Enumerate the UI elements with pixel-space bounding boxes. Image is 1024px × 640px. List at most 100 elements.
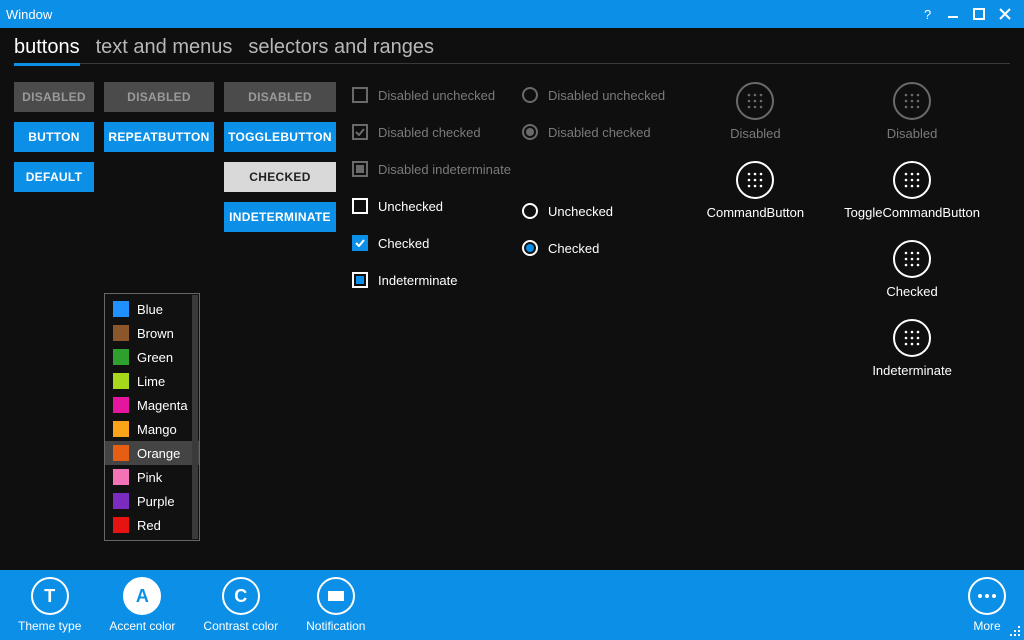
color-swatch-icon	[113, 397, 129, 413]
radio-icon	[522, 87, 538, 103]
tab-text-and-menus[interactable]: text and menus	[96, 36, 233, 59]
color-swatch-icon	[113, 445, 129, 461]
togglebutton[interactable]: TOGGLEBUTTON	[224, 122, 336, 152]
checkbox-icon	[352, 87, 368, 103]
checkbox-column: Disabled unchecked Disabled checked Disa…	[352, 82, 512, 288]
help-button[interactable]: ?	[914, 0, 940, 28]
window-title: Window	[6, 7, 52, 22]
tab-selectors-and-ranges[interactable]: selectors and ranges	[248, 36, 434, 59]
color-option-label: Blue	[137, 302, 163, 317]
radio-checked[interactable]: Checked	[522, 240, 682, 256]
color-option-brown[interactable]: Brown	[105, 321, 199, 345]
color-swatch-icon	[113, 349, 129, 365]
button-disabled: DISABLED	[14, 82, 94, 112]
checkbox-indeterminate[interactable]: Indeterminate	[352, 272, 512, 288]
appbar-more[interactable]: More	[968, 577, 1006, 633]
appbar-label: Contrast color	[203, 619, 278, 633]
togglecommandbutton[interactable]: ToggleCommandButton	[844, 161, 980, 220]
command-icon	[736, 161, 774, 199]
color-option-label: Brown	[137, 326, 174, 341]
svg-text:?: ?	[924, 8, 931, 20]
radio-label: Disabled unchecked	[548, 88, 665, 103]
more-icon	[968, 577, 1006, 615]
color-option-label: Magenta	[137, 398, 188, 413]
resize-grip-icon[interactable]	[1010, 626, 1022, 638]
checkbox-checked[interactable]: Checked	[352, 235, 512, 251]
checkbox-unchecked[interactable]: Unchecked	[352, 198, 512, 214]
checkbox-icon	[352, 235, 368, 251]
togglebutton-indeterminate[interactable]: INDETERMINATE	[224, 202, 336, 232]
togglebutton-checked[interactable]: CHECKED	[224, 162, 336, 192]
titlebar: Window ?	[0, 0, 1024, 28]
color-option-label: Purple	[137, 494, 175, 509]
checkbox-disabled-checked: Disabled checked	[352, 124, 512, 140]
checkbox-label: Disabled indeterminate	[378, 162, 511, 177]
radio-label: Disabled checked	[548, 125, 651, 140]
color-swatch-icon	[113, 517, 129, 533]
maximize-button[interactable]	[966, 0, 992, 28]
button-default[interactable]: DEFAULT	[14, 162, 94, 192]
togglebutton-disabled: DISABLED	[224, 82, 336, 112]
checkbox-label: Checked	[378, 236, 429, 251]
letter-icon: T	[31, 577, 69, 615]
command-icon	[893, 319, 931, 357]
color-option-label: Orange	[137, 446, 180, 461]
command-icon	[893, 161, 931, 199]
command-buttons-area: Disabled CommandButton Disabled	[692, 82, 1010, 378]
appbar-notification[interactable]: Notification	[306, 577, 365, 633]
radio-unchecked[interactable]: Unchecked	[522, 203, 682, 219]
radio-disabled-checked: Disabled checked	[522, 124, 682, 140]
color-option-red[interactable]: Red	[105, 513, 199, 537]
color-option-pink[interactable]: Pink	[105, 465, 199, 489]
color-option-purple[interactable]: Purple	[105, 489, 199, 513]
close-button[interactable]	[992, 0, 1018, 28]
rect-icon	[317, 577, 355, 615]
accent-color-picker[interactable]: Blue Brown Green Lime Magenta Mango Orange Pink…	[104, 293, 200, 541]
letter-icon: C	[222, 577, 260, 615]
appbar-accent-color[interactable]: A Accent color	[109, 577, 175, 633]
radio-label: Unchecked	[548, 204, 613, 219]
repeatbutton-disabled: DISABLED	[104, 82, 214, 112]
command-label: Disabled	[730, 126, 781, 141]
tab-strip: buttons text and menus selectors and ran…	[14, 36, 1010, 64]
radio-icon	[522, 203, 538, 219]
command-icon	[736, 82, 774, 120]
color-option-orange[interactable]: Orange	[105, 441, 199, 465]
appbar: T Theme type A Accent color C Contrast c…	[0, 570, 1024, 640]
color-option-blue[interactable]: Blue	[105, 297, 199, 321]
commandbutton[interactable]: CommandButton	[707, 161, 805, 220]
checkbox-icon	[352, 198, 368, 214]
color-option-green[interactable]: Green	[105, 345, 199, 369]
appbar-contrast-color[interactable]: C Contrast color	[203, 577, 278, 633]
togglecommandbutton-disabled: Disabled	[887, 82, 938, 141]
button-button[interactable]: BUTTON	[14, 122, 94, 152]
radio-icon	[522, 124, 538, 140]
command-icon	[893, 82, 931, 120]
repeatbutton[interactable]: REPEATBUTTON	[104, 122, 214, 152]
color-swatch-icon	[113, 421, 129, 437]
button-column-3: DISABLED TOGGLEBUTTON CHECKED INDETERMIN…	[224, 82, 336, 232]
minimize-button[interactable]	[940, 0, 966, 28]
appbar-label: Theme type	[18, 619, 81, 633]
togglecommandbutton-indeterminate[interactable]: Indeterminate	[872, 319, 952, 378]
color-swatch-icon	[113, 469, 129, 485]
checkbox-label: Disabled unchecked	[378, 88, 495, 103]
color-option-mango[interactable]: Mango	[105, 417, 199, 441]
checkbox-label: Unchecked	[378, 199, 443, 214]
color-option-label: Lime	[137, 374, 165, 389]
checkbox-icon	[352, 272, 368, 288]
commandbutton-disabled: Disabled	[730, 82, 781, 141]
tab-buttons[interactable]: buttons	[14, 36, 80, 66]
radio-column: Disabled unchecked Disabled checked Unch…	[522, 82, 682, 256]
radio-disabled-unchecked: Disabled unchecked	[522, 87, 682, 103]
color-swatch-icon	[113, 493, 129, 509]
togglecommandbutton-checked[interactable]: Checked	[886, 240, 937, 299]
color-swatch-icon	[113, 373, 129, 389]
button-column-1: DISABLED BUTTON DEFAULT	[14, 82, 94, 192]
appbar-theme-type[interactable]: T Theme type	[18, 577, 81, 633]
color-option-lime[interactable]: Lime	[105, 369, 199, 393]
appbar-label: Accent color	[109, 619, 175, 633]
checkbox-label: Disabled checked	[378, 125, 481, 140]
checkbox-icon	[352, 161, 368, 177]
color-option-magenta[interactable]: Magenta	[105, 393, 199, 417]
